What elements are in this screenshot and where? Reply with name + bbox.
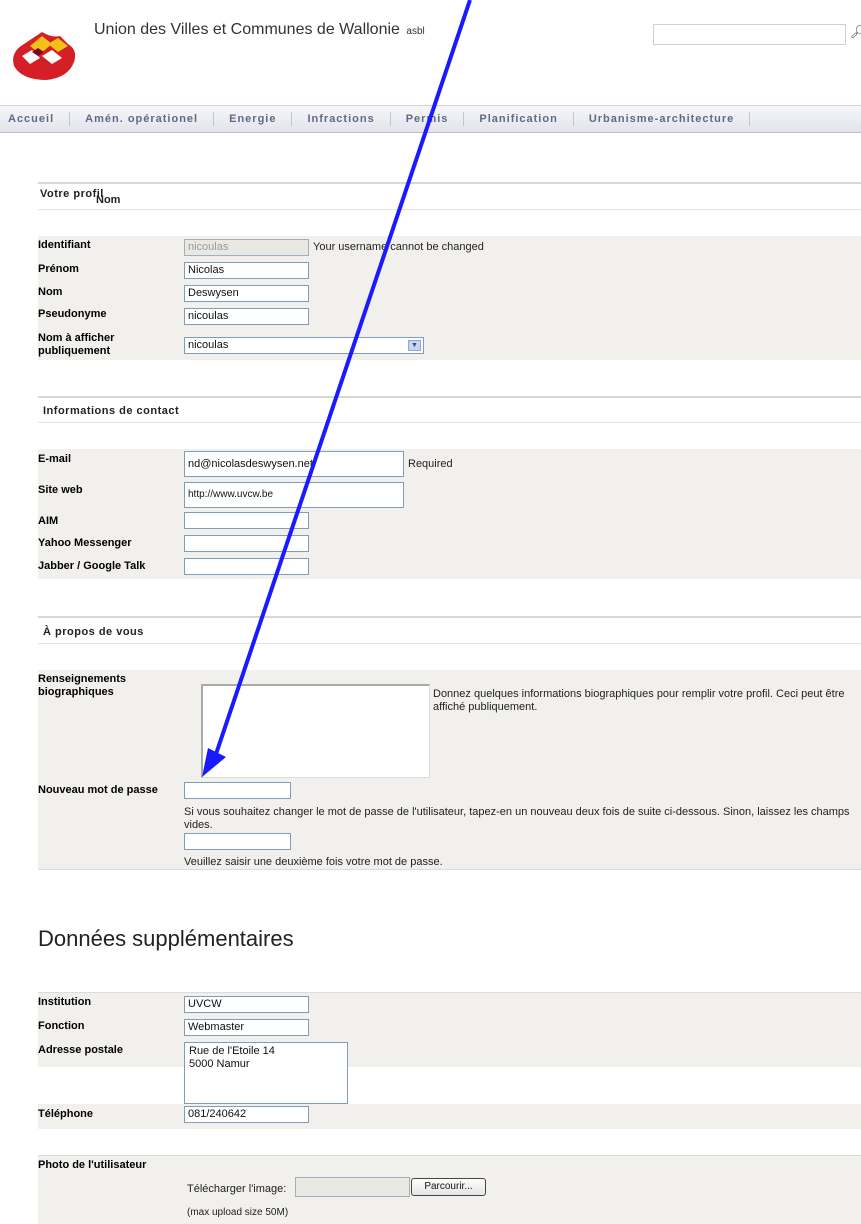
email-note: Required [408,458,453,470]
function-field[interactable]: Webmaster [184,1019,309,1036]
aim-label: AIM [38,515,59,527]
extra-section-title: Données supplémentaires [38,926,294,951]
site-title: Union des Villes et Communes de Wallonie… [94,21,425,39]
chevron-down-icon[interactable]: ▼ [408,340,421,351]
profile-section-header: Votre profil Nom [38,182,861,210]
divider [38,992,861,993]
uvcw-logo[interactable] [8,22,82,82]
display-name-label: Nom à afficher publiquement [38,332,115,357]
nav-item-permis[interactable]: Permis [391,112,465,126]
nav-item-urbanisme[interactable]: Urbanisme-architecture [574,112,751,126]
address-label: Adresse postale [38,1044,123,1056]
username-field: nicoulas [184,239,309,256]
browse-button[interactable]: Parcourir... [411,1178,486,1196]
search-input[interactable] [653,24,846,45]
phone-field[interactable]: 081/240642 [184,1106,309,1123]
lastname-field[interactable]: Deswysen [184,285,309,302]
function-label: Fonction [38,1020,85,1032]
main-nav: Accueil Amén. opérationel Energie Infrac… [0,105,861,133]
divider [38,1155,861,1156]
nav-item-infractions[interactable]: Infractions [292,112,391,126]
profile-fields-band [38,236,861,360]
upload-file-field[interactable] [295,1177,410,1197]
username-note: Your username cannot be changed [313,241,484,253]
institution-field[interactable]: UVCW [184,996,309,1013]
display-name-value: nicoulas [188,339,229,351]
yahoo-field[interactable] [184,535,309,552]
contact-section-header: Informations de contact [38,396,861,423]
password-confirm-note: Veuillez saisir une deuxième fois votre … [184,856,443,868]
firstname-label: Prénom [38,263,79,275]
divider [38,869,861,870]
nav-item-planification[interactable]: Planification [464,112,574,126]
password-note: Si vous souhaitez changer le mot de pass… [184,806,850,831]
firstname-field[interactable]: Nicolas [184,262,309,279]
email-label: E-mail [38,453,72,465]
email-field[interactable]: nd@nicolasdeswysen.net [184,451,404,477]
website-field[interactable]: http://www.uvcw.be [184,482,404,508]
nickname-field[interactable]: nicoulas [184,308,309,325]
address-textarea[interactable]: Rue de l'Etoile 14 5000 Namur [184,1042,348,1104]
lastname-label: Nom [38,286,63,298]
contact-section-title: Informations de contact [43,405,180,417]
nav-item-accueil[interactable]: Accueil [0,112,71,126]
photo-label: Photo de l'utilisateur [38,1159,147,1171]
profile-section-title: Votre profil [40,188,104,200]
bio-textarea[interactable] [201,684,430,778]
extra-fields-band [38,992,861,1067]
password-label: Nouveau mot de passe [38,784,158,796]
phone-label: Téléphone [38,1108,94,1120]
display-name-select[interactable]: nicoulas ▼ [184,337,424,354]
nav-item-amen-operationel[interactable]: Amén. opérationel [70,112,215,126]
password-field[interactable] [184,782,291,799]
phone-band [38,1104,861,1129]
search-icon[interactable]: 🔎︎ [850,24,861,40]
site-title-text: Union des Villes et Communes de Wallonie [94,21,400,38]
about-section-title: À propos de vous [43,626,144,638]
nickname-label: Pseudonyme [38,308,107,320]
upload-label: Télécharger l'image: [187,1183,287,1195]
about-section-header: À propos de vous [38,616,861,644]
profile-section-sub: Nom [96,194,121,206]
username-label: Identifiant [38,239,91,251]
bio-note: Donnez quelques informations biographiqu… [433,688,845,713]
aim-field[interactable] [184,512,309,529]
website-label: Site web [38,484,83,496]
yahoo-label: Yahoo Messenger [38,537,132,549]
upload-note: (max upload size 50M) [187,1207,289,1218]
password-confirm-field[interactable] [184,833,291,850]
site-title-suffix: asbl [406,26,425,37]
bio-label: Renseignements biographiques [38,673,127,698]
jabber-label: Jabber / Google Talk [38,560,146,572]
jabber-field[interactable] [184,558,309,575]
institution-label: Institution [38,996,92,1008]
nav-item-energie[interactable]: Energie [214,112,293,126]
